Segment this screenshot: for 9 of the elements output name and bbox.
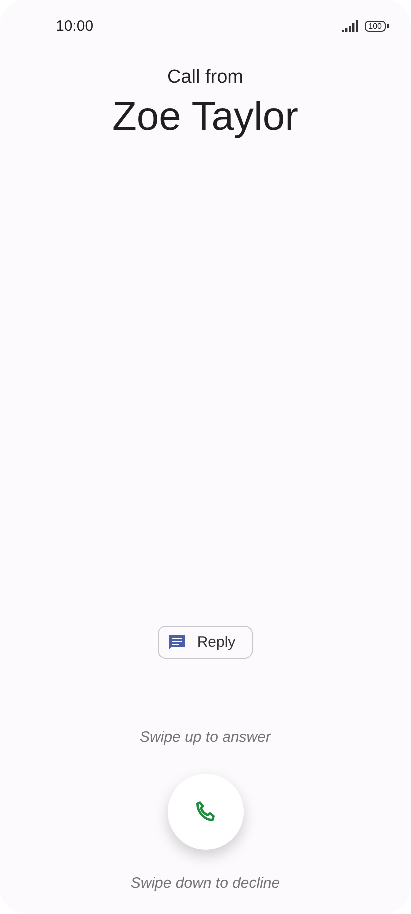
decline-hint: Swipe down to decline [130,875,280,892]
call-label: Call from [167,67,244,89]
status-time: 10:00 [56,18,94,34]
message-icon [167,632,188,652]
signal-icon [342,20,360,32]
battery-level: 100 [364,20,386,32]
reply-button[interactable]: Reply [158,626,253,659]
caller-name: Zoe Taylor [112,95,298,140]
answer-hint: Swipe up to answer [140,729,271,746]
